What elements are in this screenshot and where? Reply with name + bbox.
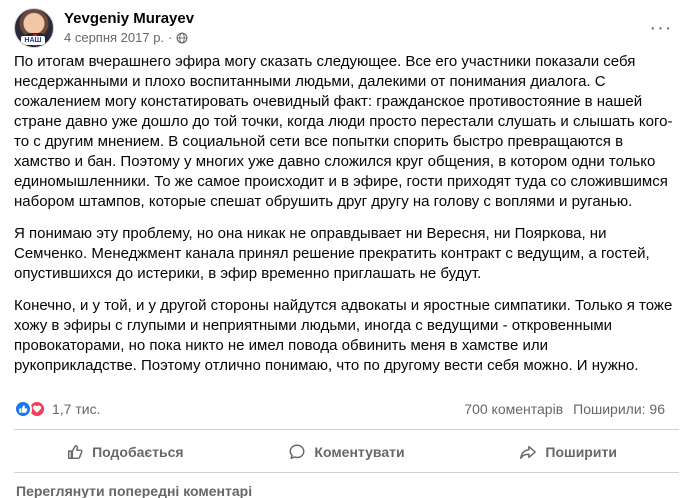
post-body: По итогам вчерашнего эфира могу сказать … xyxy=(14,52,674,388)
reactions-count[interactable]: 1,7 тис. xyxy=(52,401,100,417)
share-icon xyxy=(520,445,537,460)
post-actions: Подобається Коментувати Поширити xyxy=(14,434,679,470)
like-label: Подобається xyxy=(92,444,184,460)
view-previous-comments-link[interactable]: Переглянути попередні коментарі xyxy=(16,483,252,498)
post-paragraph: Конечно, и у той, и у другой стороны най… xyxy=(14,297,673,374)
avatar-badge: НАШ xyxy=(21,36,45,45)
share-button[interactable]: Поширити xyxy=(457,434,679,470)
comment-label: Коментувати xyxy=(314,444,405,460)
like-button[interactable]: Подобається xyxy=(14,434,236,470)
post-paragraph: Я понимаю эту проблему, но она никак не … xyxy=(14,225,650,282)
post-paragraph: По итогам вчерашнего эфира могу сказать … xyxy=(14,53,673,210)
globe-icon[interactable] xyxy=(176,32,188,44)
share-label: Поширити xyxy=(545,444,617,460)
divider xyxy=(14,429,679,430)
post-meta: 4 серпня 2017 р. · xyxy=(64,30,188,45)
comment-icon xyxy=(289,444,305,460)
comments-count[interactable]: 700 коментарів xyxy=(464,401,563,417)
thumbs-up-icon xyxy=(68,444,83,460)
divider xyxy=(14,472,679,473)
date-separator: · xyxy=(168,30,173,45)
author-name[interactable]: Yevgeniy Murayev xyxy=(64,10,194,27)
author-avatar[interactable]: НАШ xyxy=(14,8,54,48)
comment-button[interactable]: Коментувати xyxy=(236,434,458,470)
like-icon xyxy=(14,400,32,418)
facebook-post: НАШ Yevgeniy Murayev 4 серпня 2017 р. · … xyxy=(0,0,693,498)
post-date[interactable]: 4 серпня 2017 р. xyxy=(64,30,164,45)
post-stats: 1,7 тис. 700 коментарів Поширили: 96 xyxy=(14,399,679,421)
more-horizontal-icon[interactable]: ··· xyxy=(643,10,679,46)
engagement-counts: 700 коментарів Поширили: 96 xyxy=(464,401,665,417)
reactions-summary[interactable]: 1,7 тис. xyxy=(14,400,100,418)
shares-count[interactable]: Поширили: 96 xyxy=(573,401,665,417)
post-header: НАШ Yevgeniy Murayev 4 серпня 2017 р. · … xyxy=(14,8,679,48)
